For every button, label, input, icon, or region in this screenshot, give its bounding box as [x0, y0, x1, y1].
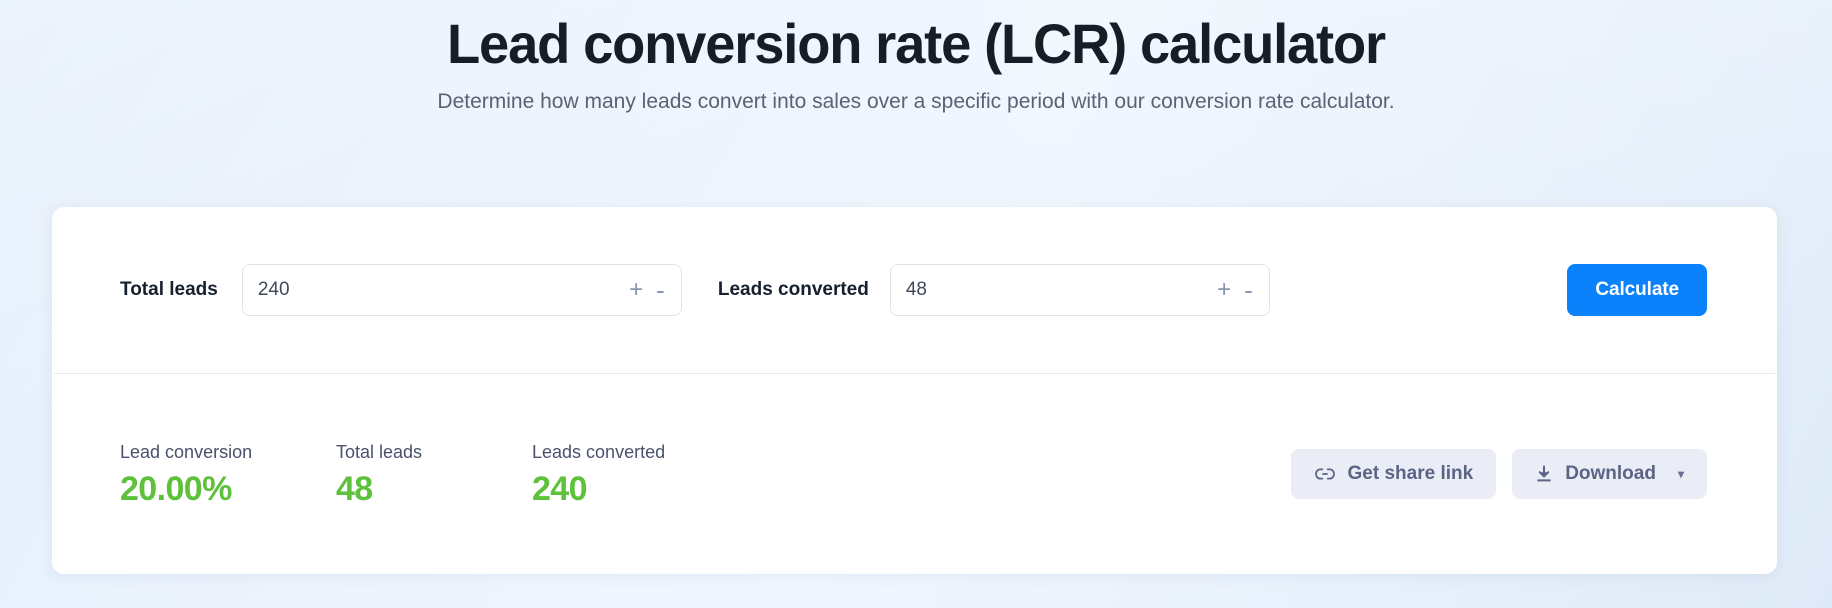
result-leads-converted: Leads converted 240	[532, 442, 732, 506]
page-content: Lead conversion rate (LCR) calculator De…	[0, 0, 1832, 574]
result-label: Leads converted	[532, 442, 666, 462]
total-leads-decrement-button[interactable]: -	[656, 277, 665, 303]
results-row: Lead conversion 20.00% Total leads 48 Le…	[52, 374, 1777, 574]
total-leads-stepper: + -	[629, 277, 681, 303]
result-label: Lead conversion	[120, 442, 253, 462]
total-leads-label: Total leads	[120, 279, 218, 300]
result-total-leads: Total leads 48	[336, 442, 532, 506]
calculator-card: Total leads + - Leads converted + -	[52, 207, 1777, 574]
leads-converted-input-shell[interactable]: + -	[889, 264, 1270, 316]
page-subtitle: Determine how many leads convert into sa…	[437, 90, 1395, 114]
leads-converted-input[interactable]	[890, 265, 1218, 315]
result-label: Total leads	[336, 442, 423, 462]
total-leads-input[interactable]	[242, 265, 630, 315]
download-button[interactable]: Download ▾	[1512, 449, 1707, 499]
leads-converted-field-group: Leads converted + -	[718, 264, 1270, 316]
get-share-link-button[interactable]: Get share link	[1290, 449, 1497, 499]
download-icon	[1535, 465, 1553, 483]
total-leads-increment-button[interactable]: +	[629, 278, 643, 302]
leads-converted-label: Leads converted	[717, 279, 869, 300]
result-lead-conversion: Lead conversion 20.00%	[120, 442, 336, 506]
leads-converted-stepper: + -	[1217, 277, 1269, 303]
total-leads-field-group: Total leads + -	[120, 264, 682, 316]
leads-converted-decrement-button[interactable]: -	[1244, 277, 1253, 303]
calculate-button[interactable]: Calculate	[1567, 264, 1707, 316]
result-value: 20.00%	[120, 470, 232, 508]
result-value: 240	[532, 470, 588, 508]
link-icon	[1314, 466, 1336, 482]
leads-converted-increment-button[interactable]: +	[1217, 278, 1231, 302]
get-share-link-label: Get share link	[1347, 463, 1474, 484]
chevron-down-icon[interactable]: ▾	[1678, 467, 1684, 481]
page-title: Lead conversion rate (LCR) calculator	[447, 12, 1386, 75]
download-label: Download	[1565, 463, 1656, 484]
inputs-row: Total leads + - Leads converted + -	[52, 207, 1777, 373]
results-actions: Get share link Download ▾	[1290, 449, 1707, 499]
total-leads-input-shell[interactable]: + -	[241, 264, 682, 316]
result-value: 48	[336, 470, 373, 508]
